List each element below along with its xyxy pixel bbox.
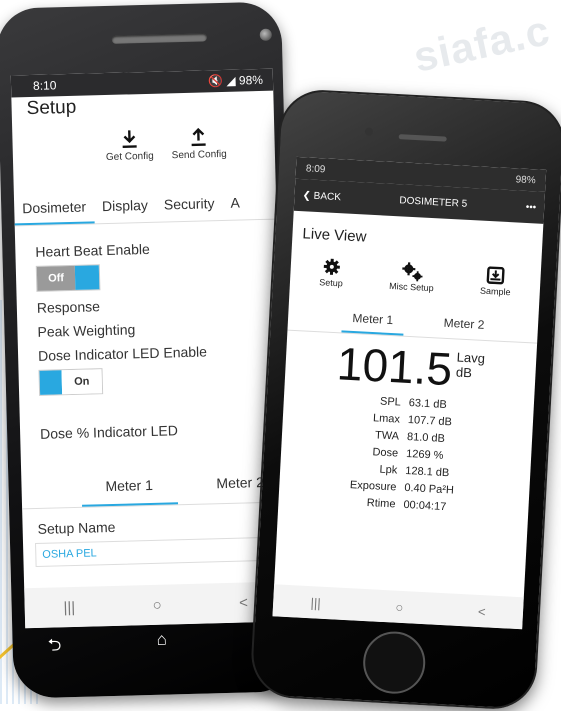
settings-form: Heart Beat Enable Off Response Peak Weig… (15, 238, 282, 443)
tab-meter-1[interactable]: Meter 1 (341, 310, 405, 336)
main-reading: 101.5 Lavg dB (285, 335, 537, 400)
misc-setup-button[interactable]: Misc Setup (389, 261, 435, 293)
toggle-on-label: On (61, 369, 103, 395)
camera-icon (259, 28, 272, 41)
iphone: 8:09 98% ❮ BACK DOSIMETER 5 ••• Live Vie… (249, 87, 561, 711)
response-label: Response (36, 298, 101, 316)
phone-speaker (398, 134, 447, 142)
tab-meter-2[interactable]: Meter 2 (216, 474, 264, 503)
device-title: DOSIMETER 5 (399, 194, 468, 210)
toggle-fill (39, 370, 63, 395)
iphone-nav-bar: ||| ○ < (272, 584, 524, 630)
gears-icon (401, 261, 424, 282)
toggle-fill (74, 265, 100, 290)
camera-icon (364, 127, 374, 136)
meter-tabs: Meter 1 Meter 2 (61, 473, 284, 507)
android-nav-bar: ||| ○ < (24, 581, 288, 629)
status-time: 8:09 (305, 162, 326, 175)
misc-setup-label: Misc Setup (388, 280, 434, 294)
back-button[interactable]: < (239, 594, 248, 611)
recents-button[interactable]: ||| (310, 595, 321, 611)
get-config-label: Get Config (105, 150, 154, 164)
chevron-left-icon: ❮ (302, 189, 312, 202)
gear-icon (322, 257, 341, 278)
home-button[interactable]: ○ (152, 596, 162, 613)
hardware-buttons: ⮌ ⌂ ❐ (47, 627, 278, 662)
dose-led-toggle[interactable]: On (38, 368, 104, 396)
reading-unit-db: dB (455, 364, 473, 381)
home-button-hardware[interactable] (361, 630, 427, 696)
android-screen: 8:10 🔇 ◢ 98% Setup Get Config Send Confi… (10, 68, 288, 629)
reading-unit-metric: Lavg (456, 349, 486, 366)
setup-name-field[interactable]: OSHA PEL (35, 536, 286, 568)
status-icons: 🔇 ◢ 98% (207, 72, 264, 89)
tab-dosimeter[interactable]: Dosimeter (13, 189, 95, 226)
setup-button[interactable]: Setup (319, 257, 344, 288)
get-config-button[interactable]: Get Config (105, 129, 154, 163)
tab-meter-2[interactable]: Meter 2 (443, 316, 484, 340)
watermark: siafa.c (409, 6, 555, 81)
send-config-button[interactable]: Send Config (171, 127, 227, 161)
stats-list: SPL 63.1 dB Lmax 107.7 dB TWA 81.0 dB Dose 1… (278, 391, 534, 523)
setup-label: Setup (318, 277, 344, 289)
home-button[interactable]: ○ (395, 599, 404, 614)
send-config-label: Send Config (171, 148, 227, 162)
iphone-screen: 8:09 98% ❮ BACK DOSIMETER 5 ••• Live Vie… (272, 156, 547, 630)
dose-pct-label: Dose % Indicator LED (39, 422, 179, 442)
sample-label: Sample (479, 285, 511, 298)
tab-display[interactable]: Display (94, 188, 157, 224)
phone-speaker (111, 33, 207, 44)
back-button[interactable]: ❮ BACK (302, 190, 341, 203)
recents-button[interactable]: ||| (63, 598, 75, 615)
config-actions: Get Config Send Config (12, 126, 275, 166)
back-button[interactable]: < (478, 603, 486, 618)
heart-beat-toggle[interactable]: Off (35, 264, 101, 292)
status-time: 8:10 (32, 78, 57, 93)
reading-value: 101.5 (335, 337, 454, 396)
toggle-off-label: Off (36, 265, 76, 291)
status-icons: 98% (515, 173, 536, 186)
tab-more[interactable]: A (222, 185, 248, 220)
heart-beat-label: Heart Beat Enable (35, 240, 150, 260)
tab-meter-1[interactable]: Meter 1 (80, 476, 178, 507)
dose-led-label: Dose Indicator LED Enable (37, 343, 208, 364)
more-menu-icon[interactable]: ••• (525, 201, 536, 213)
peak-weighting-label: Peak Weighting (37, 321, 136, 340)
reading-unit: Lavg dB (456, 350, 486, 381)
download-icon (120, 129, 139, 151)
back-label: BACK (313, 190, 342, 203)
tab-security[interactable]: Security (155, 186, 222, 222)
sample-icon (487, 266, 506, 287)
hw-back-icon[interactable]: ⮌ (47, 632, 61, 661)
hw-home-icon[interactable]: ⌂ (156, 630, 167, 659)
upload-icon (190, 127, 209, 149)
settings-tabs: Dosimeter Display Security A (13, 185, 277, 226)
sample-button[interactable]: Sample (479, 266, 512, 298)
